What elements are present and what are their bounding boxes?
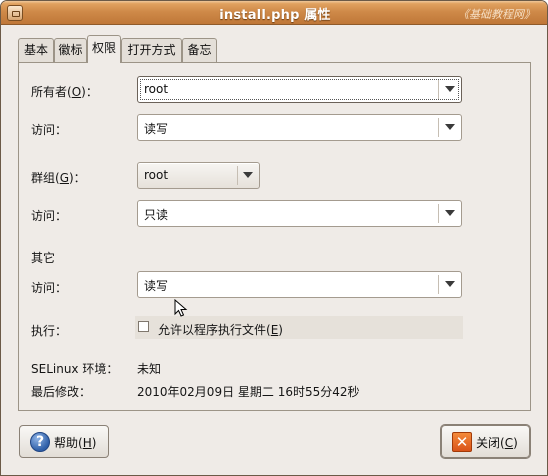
chevron-down-icon (243, 172, 253, 178)
execute-checkbox[interactable] (138, 321, 149, 332)
tab-open-with[interactable]: 打开方式 (121, 38, 182, 62)
others-access-label: 访问： (31, 281, 68, 295)
tab-basic[interactable]: 基本 (18, 38, 54, 62)
mouse-pointer-icon (174, 299, 188, 317)
help-button-label: 帮助(H) (54, 436, 97, 450)
group-access-label: 访问： (31, 209, 68, 223)
close-button-label: 关闭(C) (476, 436, 518, 450)
owner-label: 所有者(O)： (31, 85, 98, 99)
modified-label: 最后修改： (31, 385, 92, 399)
others-heading: 其它 (31, 251, 56, 265)
owner-access-label: 访问： (31, 123, 68, 137)
selinux-value: 未知 (137, 362, 162, 376)
combo-separator (438, 80, 439, 99)
tab-notes[interactable]: 备忘 (182, 38, 217, 62)
others-access-combo[interactable]: 读写 (137, 271, 462, 298)
watermark: 《基础教程网》 (458, 8, 535, 21)
help-icon: ? (30, 432, 50, 452)
help-button[interactable]: ? 帮助(H) (19, 425, 109, 458)
selinux-label: SELinux 环境： (31, 362, 119, 376)
tab-emblems[interactable]: 徽标 (54, 38, 87, 62)
owner-access-value: 读写 (144, 122, 169, 136)
tab-permissions[interactable]: 权限 (87, 35, 121, 63)
chevron-down-icon (445, 86, 455, 92)
owner-access-combo[interactable]: 读写 (137, 114, 462, 141)
group-label: 群组(G)： (31, 171, 86, 185)
chevron-down-icon (445, 210, 455, 216)
close-icon: ✕ (452, 432, 472, 452)
combo-separator (237, 166, 238, 185)
group-combo[interactable]: root (137, 162, 260, 189)
combo-separator (438, 118, 439, 137)
chevron-down-icon (445, 281, 455, 287)
execute-label: 执行： (31, 324, 68, 338)
group-access-value: 只读 (144, 208, 169, 222)
title-bar[interactable]: install.php 属性 《基础教程网》 (1, 1, 547, 25)
group-access-combo[interactable]: 只读 (137, 200, 462, 227)
combo-separator (438, 204, 439, 223)
close-button[interactable]: ✕ 关闭(C) (440, 424, 531, 459)
owner-combo[interactable]: root (137, 76, 462, 103)
combo-separator (438, 275, 439, 294)
group-value: root (144, 168, 169, 182)
others-access-value: 读写 (144, 279, 169, 293)
properties-dialog: install.php 属性 《基础教程网》 基本 徽标 权限 打开方式 备忘 … (0, 0, 548, 476)
chevron-down-icon (445, 124, 455, 130)
owner-value: root (144, 82, 169, 96)
modified-value: 2010年02月09日 星期二 16时55分42秒 (137, 385, 360, 399)
execute-checkbox-label[interactable]: 允许以程序执行文件(E) (158, 321, 283, 338)
